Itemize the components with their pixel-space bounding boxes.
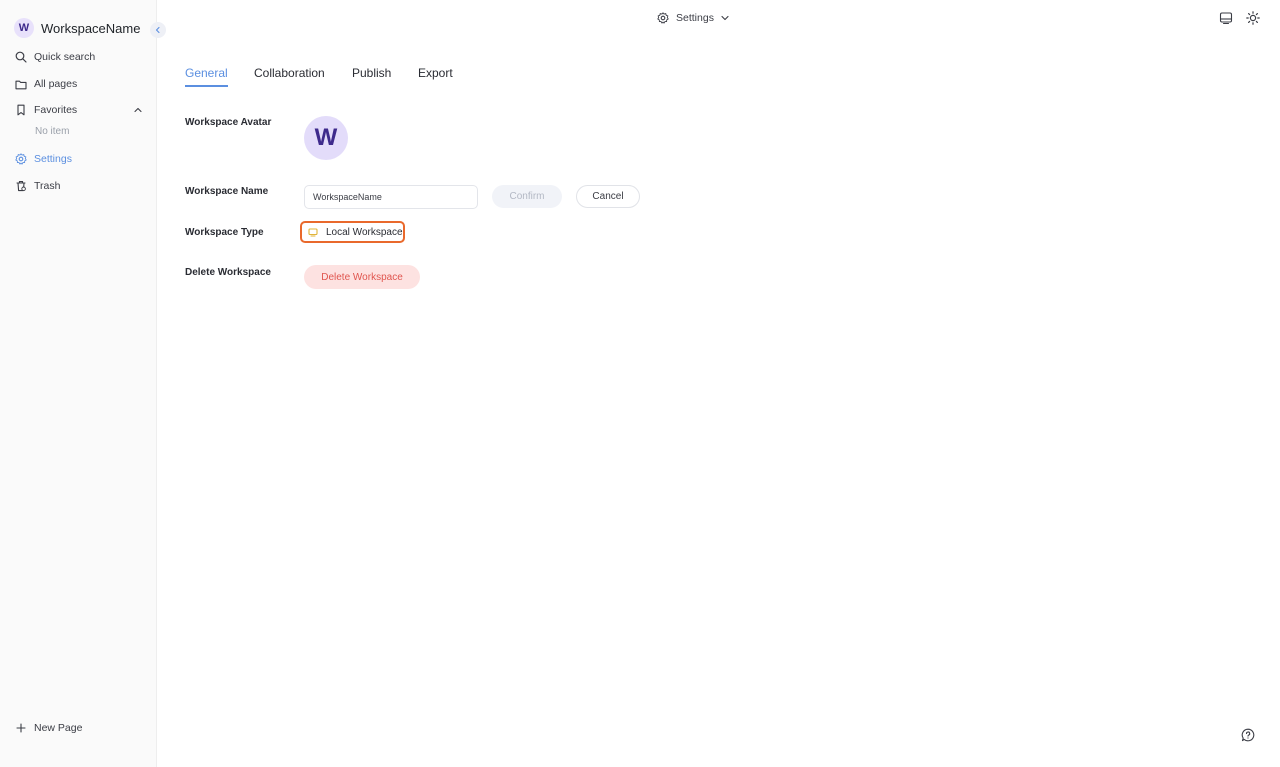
gear-icon (657, 12, 669, 24)
sidebar-item-label: Trash (34, 180, 61, 192)
new-page-button[interactable]: New Page (14, 718, 82, 738)
help-icon[interactable] (1241, 728, 1255, 742)
plus-icon (14, 721, 28, 735)
workspace-name: WorkspaceName (41, 20, 141, 36)
page-title: Settings (676, 12, 714, 24)
chevron-left-icon (154, 26, 162, 34)
workspace-type-value: Local Workspace (326, 226, 403, 238)
chevron-down-icon (720, 13, 730, 23)
favorites-empty-text: No item (35, 126, 70, 137)
sidebar-item-label: Settings (34, 153, 72, 165)
workspace-type-badge[interactable]: Local Workspace (300, 221, 405, 243)
tab-export[interactable]: Export (418, 66, 453, 85)
gear-icon (14, 152, 28, 166)
workspace-type-label: Workspace Type (185, 227, 264, 238)
cancel-button[interactable]: Cancel (576, 185, 640, 208)
tab-general[interactable]: General (185, 66, 228, 87)
sidebar-item-label: Quick search (34, 51, 96, 63)
workspace-name-input[interactable] (304, 185, 478, 209)
sidebar-item-favorites[interactable]: Favorites (14, 100, 146, 120)
new-page-label: New Page (34, 722, 83, 734)
workspace-name-label: Workspace Name (185, 186, 269, 197)
confirm-button[interactable]: Confirm (492, 185, 562, 208)
chevron-up-icon[interactable] (132, 104, 144, 116)
sun-icon[interactable] (1246, 11, 1260, 25)
sidebar-item-trash[interactable]: Trash (14, 176, 146, 196)
workspace-avatar[interactable]: W (304, 116, 348, 160)
delete-workspace-label: Delete Workspace (185, 267, 271, 278)
layout-toggle-icon[interactable] (1219, 11, 1233, 25)
sidebar-item-quick-search[interactable]: Quick search (14, 47, 146, 67)
delete-workspace-button[interactable]: Delete Workspace (304, 265, 420, 289)
local-workspace-icon (307, 226, 319, 238)
sidebar-item-label: All pages (34, 78, 78, 90)
sidebar-item-label: Favorites (34, 104, 78, 116)
page-title-dropdown[interactable]: Settings (657, 10, 730, 26)
trash-icon (14, 179, 28, 193)
collapse-sidebar-button[interactable] (150, 22, 166, 38)
search-icon (14, 50, 28, 64)
tab-collaboration[interactable]: Collaboration (254, 66, 325, 85)
tab-publish[interactable]: Publish (352, 66, 391, 85)
sidebar-item-settings[interactable]: Settings (14, 149, 146, 169)
sidebar-item-all-pages[interactable]: All pages (14, 74, 146, 94)
workspace-avatar-small: W (14, 18, 34, 38)
bookmark-icon (14, 103, 28, 117)
workspace-switcher[interactable]: W WorkspaceName (14, 17, 140, 39)
folder-icon (14, 77, 28, 91)
sidebar: W WorkspaceName Quick search All pages F… (0, 0, 157, 767)
workspace-avatar-label: Workspace Avatar (185, 117, 272, 128)
